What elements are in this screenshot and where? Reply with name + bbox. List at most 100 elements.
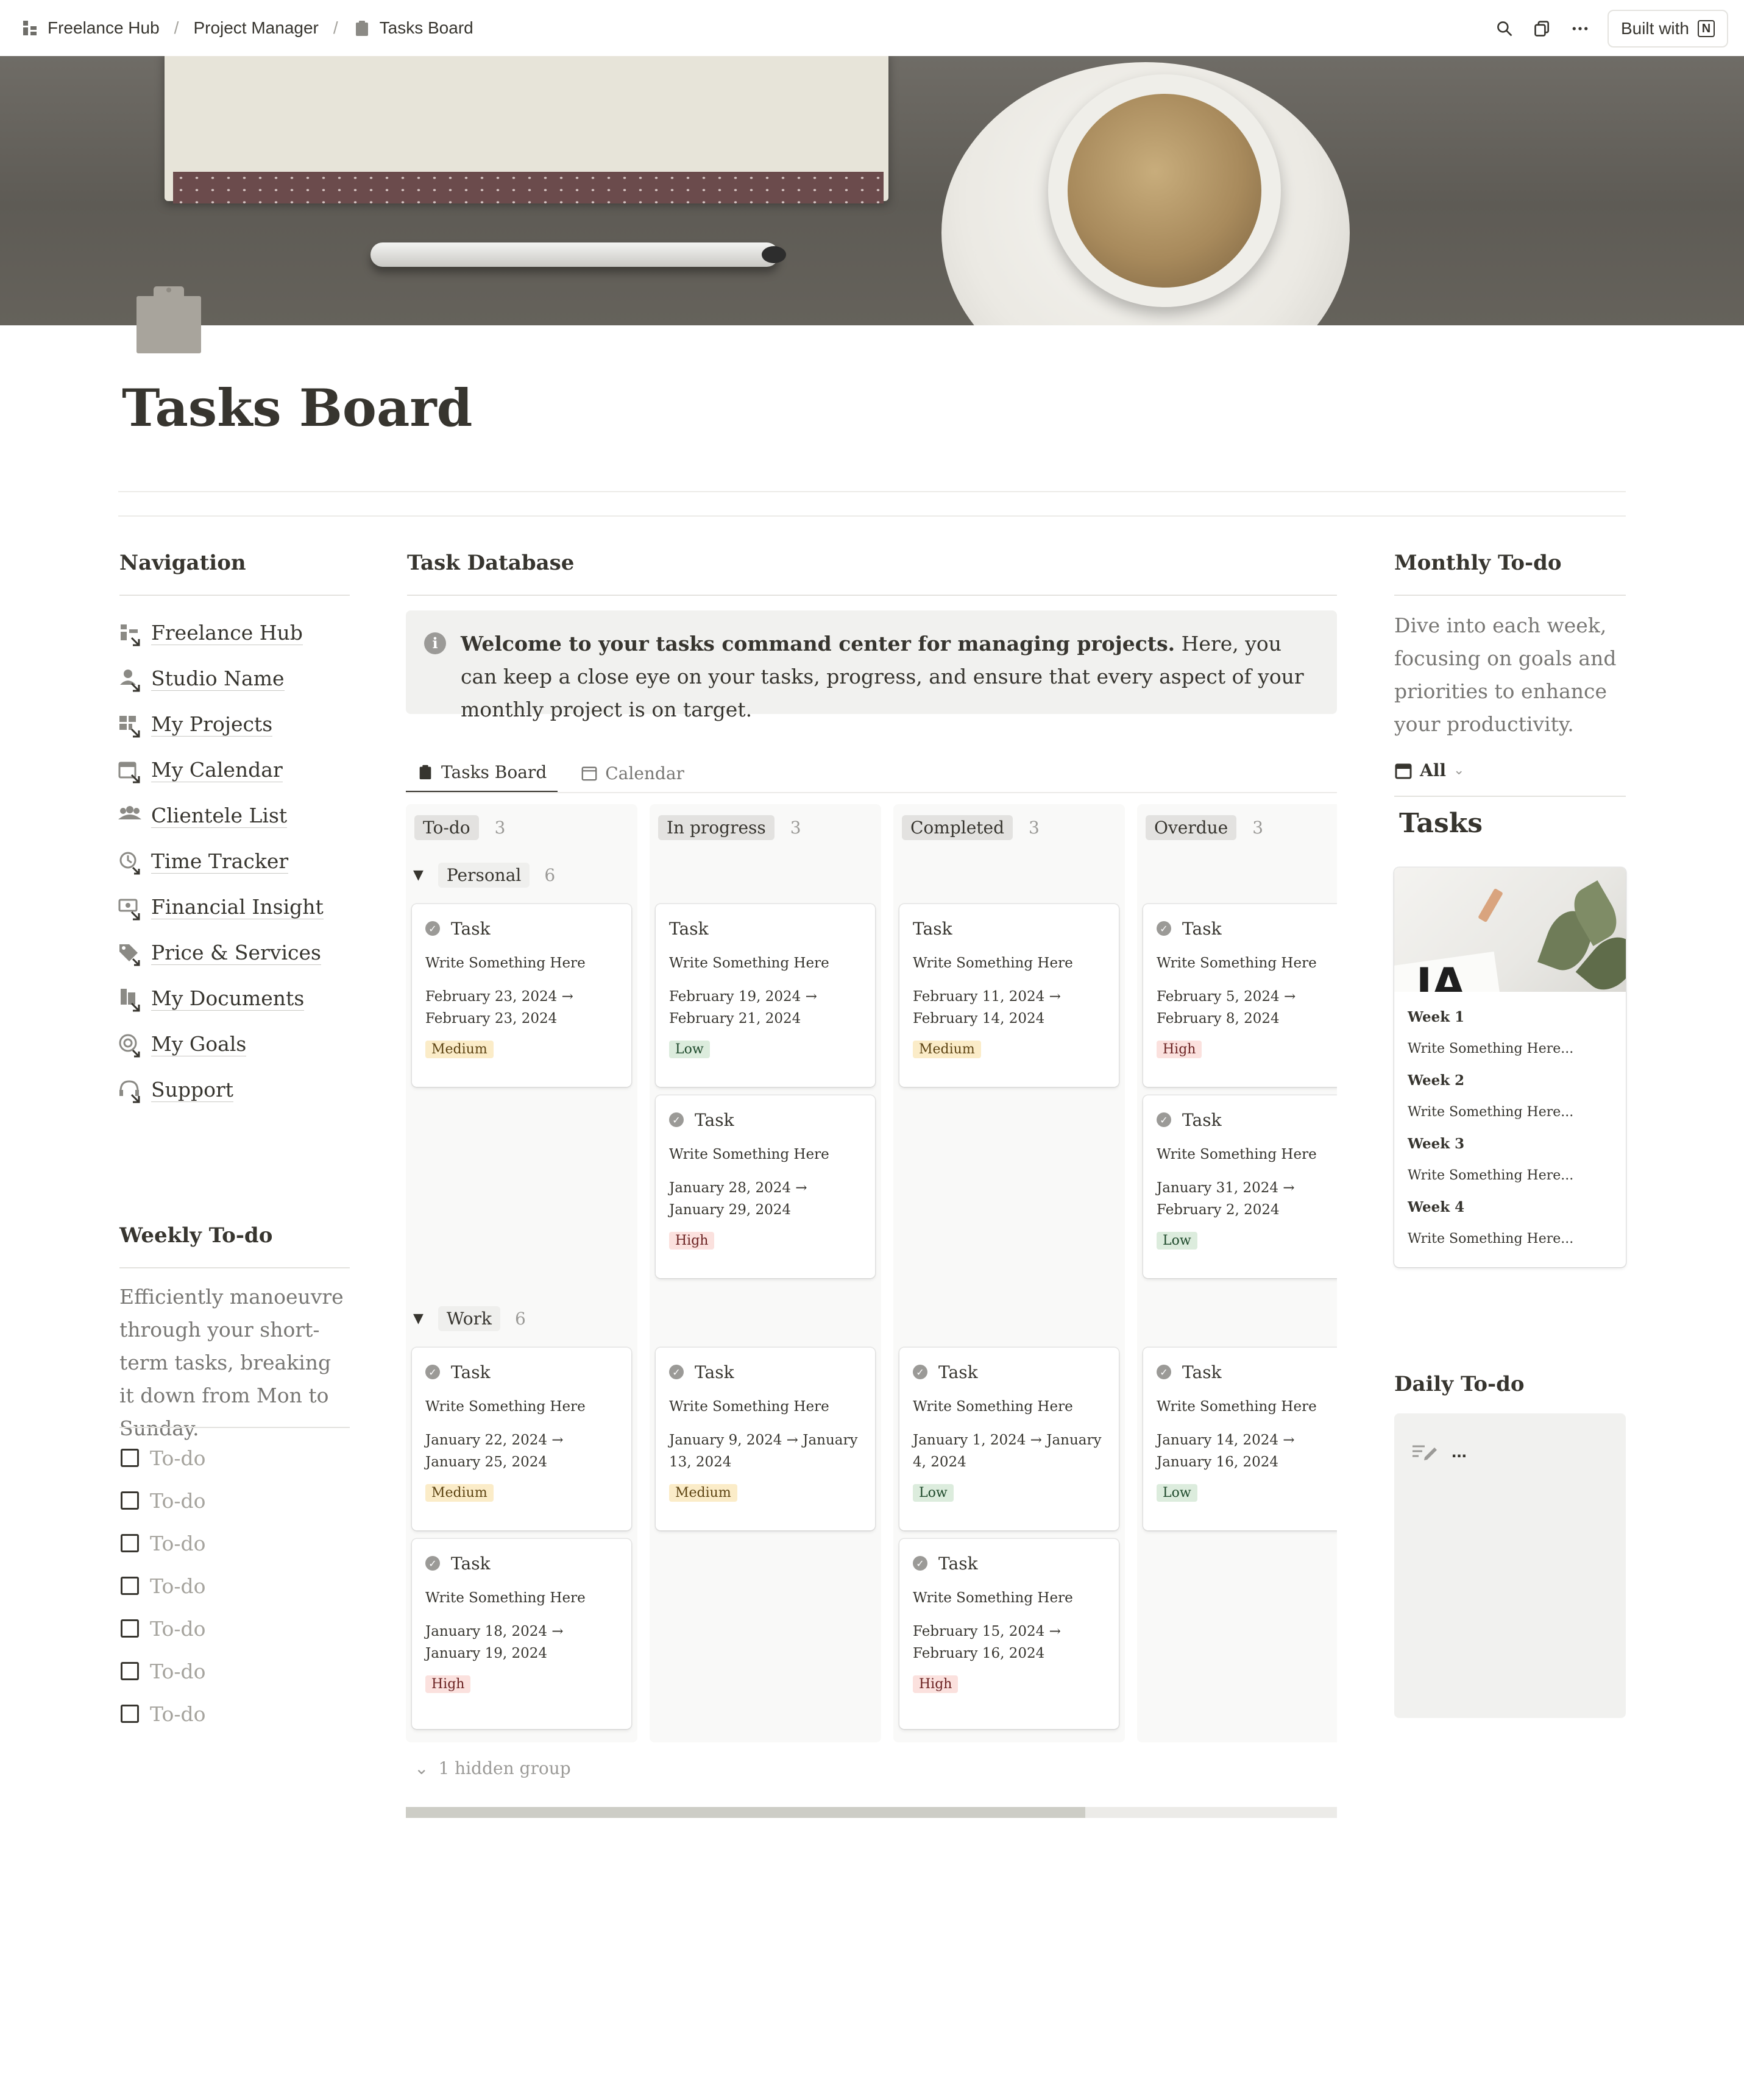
priority-tag: High [913,1675,959,1693]
task-card[interactable]: ✓ Task Write Something Here January 22, 2… [412,1348,631,1530]
nav-item-my-goals[interactable]: My Goals [117,1022,349,1067]
status-count: 3 [790,818,801,838]
card-date: February 23, 2024 → February 23, 2024 [425,989,573,1027]
checkbox[interactable] [121,1491,139,1510]
nav-item-studio-name[interactable]: Studio Name [117,656,349,702]
week-description: Write Something Here... [1408,1105,1574,1120]
todo-item[interactable]: To-do [121,1564,205,1607]
status-header-overdue[interactable]: Overdue 3 [1146,815,1263,840]
cover-image[interactable] [0,56,1744,325]
monthly-filter[interactable]: All ⌄ [1394,760,1464,780]
nav-item-label: My Calendar [151,758,283,782]
task-card[interactable]: ✓ Task Write Something Here January 14, 2… [1143,1348,1337,1530]
task-card[interactable]: Task Write Something Here February 19, 2… [656,904,875,1087]
week-description: Write Something Here... [1408,1041,1574,1056]
card-description: Write Something Here [669,955,829,971]
todo-item[interactable]: To-do [121,1650,205,1692]
card-date: January 9, 2024 → January 13, 2024 [669,1432,858,1470]
todo-label: To-do [150,1659,206,1683]
status-header-in-progress[interactable]: In progress 3 [658,815,801,840]
checkbox[interactable] [121,1662,139,1680]
check-icon: ✓ [669,1365,684,1379]
nav-item-support[interactable]: Support [117,1067,349,1113]
nav-item-my-calendar[interactable]: My Calendar [117,748,349,793]
group-header-work[interactable]: ▼ Work 6 [413,1306,526,1331]
checkbox[interactable] [121,1577,139,1595]
breadcrumb-item-project-manager[interactable]: Project Manager [193,18,318,38]
nav-item-financial-insight[interactable]: Financial Insight [117,885,349,930]
task-database-rule [407,595,1337,596]
hub-icon [117,621,143,646]
built-with-label: Built with [1620,19,1689,38]
card-title: Task [669,918,709,939]
check-icon: ✓ [425,1556,440,1571]
nav-item-time-tracker[interactable]: Time Tracker [117,839,349,885]
nav-item-label: Price & Services [151,941,321,965]
more-icon[interactable] [1570,18,1590,39]
collapse-triangle-icon[interactable]: ▼ [413,868,424,883]
checkbox[interactable] [121,1449,139,1467]
task-card[interactable]: ✓ Task Write Something Here January 1, 20… [899,1348,1119,1530]
duplicate-icon[interactable] [1532,18,1553,39]
nav-item-freelance-hub[interactable]: Freelance Hub [117,610,349,656]
clock-icon [117,849,143,875]
card-description: Write Something Here [913,1399,1073,1415]
welcome-callout: i Welcome to your tasks command center f… [406,610,1337,721]
todo-item[interactable]: To-do [121,1522,205,1564]
check-icon: ✓ [1157,1365,1171,1379]
task-card[interactable]: ✓ Task Write Something Here January 28, 2… [656,1095,875,1278]
breadcrumb-separator: / [174,18,179,37]
hidden-groups-toggle[interactable]: ⌄ 1 hidden group [414,1758,571,1778]
task-card[interactable]: ✓ Task Write Something Here January 31, 2… [1143,1095,1337,1278]
card-date: January 14, 2024 → January 16, 2024 [1157,1432,1295,1470]
todo-item[interactable]: To-do [121,1437,205,1479]
check-icon: ✓ [425,1365,440,1379]
todo-item[interactable]: To-do [121,1607,205,1650]
tab-calendar[interactable]: Calendar [570,753,695,793]
info-icon: i [424,632,446,654]
task-card[interactable]: ✓ Task Write Something Here February 15, … [899,1539,1119,1729]
status-header-completed[interactable]: Completed 3 [902,815,1040,840]
todo-item[interactable]: To-do [121,1692,205,1735]
person-icon [117,666,143,692]
nav-item-my-projects[interactable]: My Projects [117,702,349,748]
nav-item-price-services[interactable]: Price & Services [117,930,349,976]
nav-item-label: My Projects [151,712,273,737]
collapse-triangle-icon[interactable]: ▼ [413,1311,424,1326]
chevron-down-icon: ⌄ [1453,763,1465,778]
breadcrumb-item-tasks-board[interactable]: Tasks Board [380,18,473,38]
checkbox[interactable] [121,1705,139,1723]
built-with-notion-button[interactable]: Built with N [1607,10,1728,48]
check-icon: ✓ [425,921,440,936]
group-header-personal[interactable]: ▼ Personal 6 [413,863,555,888]
task-card[interactable]: ✓ Task Write Something Here January 18, 2… [412,1539,631,1729]
task-card[interactable]: ✓ Task Write Something Here February 23, … [412,904,631,1087]
checkbox[interactable] [121,1619,139,1638]
checkbox[interactable] [121,1534,139,1552]
card-description: Write Something Here [1157,1147,1317,1162]
task-card[interactable]: ✓ Task Write Something Here February 5, 2… [1143,904,1337,1087]
paper-letters: JA [1416,959,1466,992]
search-icon[interactable] [1494,18,1515,39]
task-card[interactable]: ✓ Task Write Something Here January 9, 20… [656,1348,875,1530]
nav-item-clientele-list[interactable]: Clientele List [117,793,349,839]
nav-item-my-documents[interactable]: My Documents [117,976,349,1022]
status-header-todo[interactable]: To-do 3 [414,815,505,840]
card-description: Write Something Here [913,955,1073,971]
navigation-rule [119,595,350,596]
status-count: 3 [1029,818,1040,838]
page-clipboard-icon[interactable] [135,281,202,355]
daily-todo-box[interactable]: ... [1394,1413,1626,1718]
tab-tasks-board[interactable]: Tasks Board [406,753,558,793]
status-count: 3 [494,818,506,838]
breadcrumb-item-freelance-hub[interactable]: Freelance Hub [48,18,160,38]
card-date: January 31, 2024 → February 2, 2024 [1157,1180,1295,1218]
page-title: Tasks Board [122,378,473,438]
todo-item[interactable]: To-do [121,1479,205,1522]
check-icon: ✓ [669,1112,684,1127]
monthly-gallery-card[interactable]: JA Week 1 Write Something Here... Week 2… [1394,868,1626,1267]
weekly-description: Efficiently manoeuvre through your short… [119,1285,344,1440]
scrollbar-thumb[interactable] [406,1807,1085,1818]
priority-tag: High [425,1675,471,1693]
task-card[interactable]: Task Write Something Here February 11, 2… [899,904,1119,1087]
